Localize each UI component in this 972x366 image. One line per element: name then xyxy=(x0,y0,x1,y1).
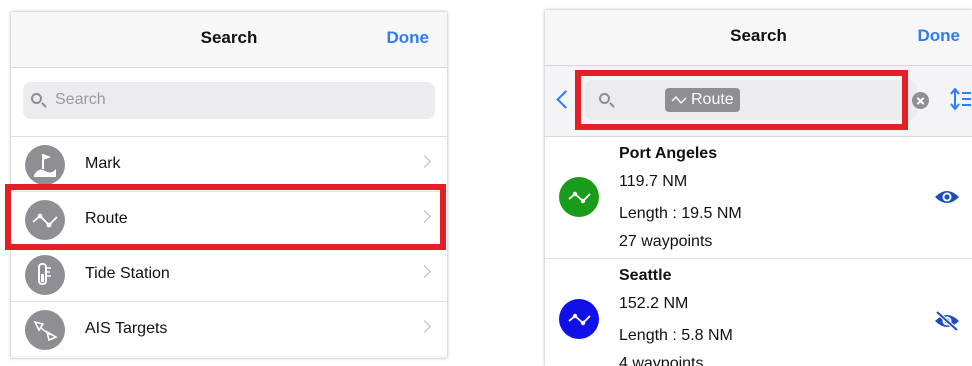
route-distance: 152.2 NM xyxy=(619,295,689,312)
category-list: Mark Route Tide Station AIS Targets xyxy=(11,137,447,356)
page-title: Search xyxy=(200,28,258,47)
mark-flag-icon xyxy=(25,145,65,185)
chevron-right-icon xyxy=(418,155,431,168)
list-item-label: AIS Targets xyxy=(85,320,168,337)
page-title: Search xyxy=(730,26,787,45)
clear-icon[interactable] xyxy=(912,92,929,109)
route-waypoints: 4 waypoints xyxy=(619,355,704,366)
search-icon xyxy=(599,93,610,104)
list-item-label: Route xyxy=(85,210,128,227)
chevron-right-icon xyxy=(418,265,431,278)
eye-slash-icon[interactable] xyxy=(934,310,960,332)
route-waypoints: 27 waypoints xyxy=(619,233,713,250)
back-chevron-icon[interactable] xyxy=(556,90,575,109)
tide-station-icon xyxy=(25,255,65,295)
search-input[interactable]: Route xyxy=(585,80,917,120)
search-token-label: Route xyxy=(691,91,734,108)
sort-icon[interactable] xyxy=(950,88,972,110)
done-button[interactable]: Done xyxy=(387,28,430,48)
ais-target-icon xyxy=(25,310,65,350)
search-panel-results: Search Done Route Port Angeles 119.7 NM … xyxy=(545,10,972,366)
search-icon xyxy=(31,93,42,104)
route-length: Length : 5.8 NM xyxy=(619,327,733,344)
chevron-right-icon xyxy=(418,210,431,223)
chevron-right-icon xyxy=(418,320,431,333)
route-distance: 119.7 NM xyxy=(619,173,688,190)
route-icon xyxy=(671,95,687,105)
list-item-route-result[interactable]: Seattle 152.2 NM Length : 5.8 NM 4 waypo… xyxy=(545,259,972,366)
route-icon xyxy=(559,299,599,339)
route-icon xyxy=(25,200,65,240)
list-item-label: Mark xyxy=(85,155,121,172)
eye-icon[interactable] xyxy=(934,188,960,206)
route-length: Length : 19.5 NM xyxy=(619,205,742,222)
navigation-bar: Search Done xyxy=(545,10,972,66)
list-item-tide-station[interactable]: Tide Station xyxy=(11,247,447,302)
route-results-list: Port Angeles 119.7 NM Length : 19.5 NM 2… xyxy=(545,136,972,366)
search-bar-row: Search xyxy=(11,68,447,137)
route-icon xyxy=(559,177,599,217)
route-name: Port Angeles xyxy=(619,145,718,162)
search-token-route[interactable]: Route xyxy=(665,88,740,112)
list-item-mark[interactable]: Mark xyxy=(11,137,447,192)
search-panel-categories: Search Done Search Mark Route Tide Stati… xyxy=(11,12,447,358)
list-item-route-result[interactable]: Port Angeles 119.7 NM Length : 19.5 NM 2… xyxy=(545,137,972,259)
search-placeholder: Search xyxy=(55,91,106,108)
done-button[interactable]: Done xyxy=(918,26,961,46)
navigation-bar: Search Done xyxy=(11,12,447,68)
list-item-route[interactable]: Route xyxy=(11,192,447,247)
list-item-label: Tide Station xyxy=(85,265,170,282)
list-item-ais-targets[interactable]: AIS Targets xyxy=(11,302,447,356)
route-name: Seattle xyxy=(619,267,672,284)
search-input[interactable]: Search xyxy=(23,82,435,119)
